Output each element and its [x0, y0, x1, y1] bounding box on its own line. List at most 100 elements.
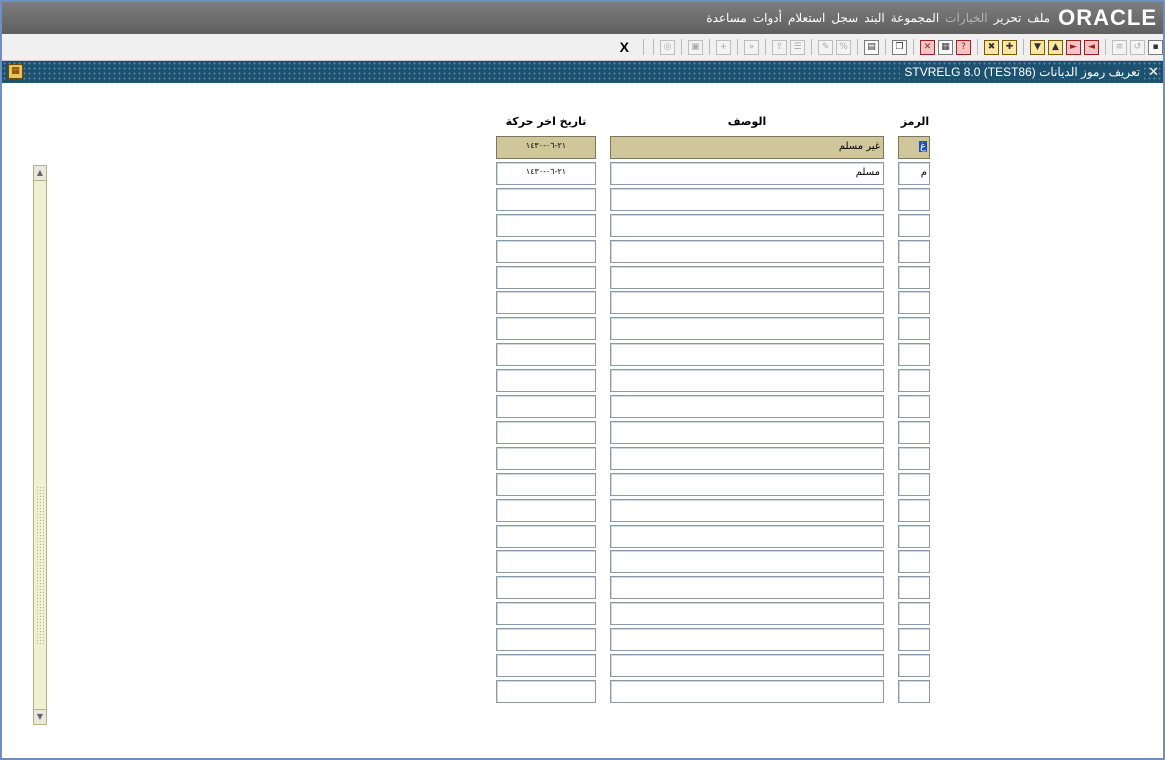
description-field[interactable] — [610, 654, 884, 677]
edit-icon[interactable]: ✎ — [818, 39, 833, 55]
export-icon[interactable]: ⇪ — [772, 39, 787, 55]
code-field[interactable] — [898, 369, 930, 392]
activity-date-field[interactable] — [496, 317, 596, 340]
description-field[interactable] — [610, 525, 884, 548]
activity-date-field[interactable] — [496, 576, 596, 599]
code-field[interactable] — [898, 550, 930, 573]
activity-date-field[interactable] — [496, 291, 596, 314]
code-field[interactable] — [898, 214, 930, 237]
rollback-icon[interactable]: ↺ — [1130, 39, 1145, 55]
navigate-back-icon[interactable]: « — [744, 39, 759, 55]
code-field[interactable]: غ — [898, 136, 930, 159]
activity-date-field[interactable] — [496, 188, 596, 211]
menu-item[interactable]: تحرير — [994, 11, 1022, 25]
menu-item[interactable]: ملف — [1027, 11, 1050, 25]
description-field[interactable] — [610, 291, 884, 314]
enter-query-icon[interactable]: ? — [956, 39, 971, 55]
description-field[interactable] — [610, 628, 884, 651]
activity-date-field[interactable] — [496, 214, 596, 237]
activity-date-field[interactable] — [496, 550, 596, 573]
activity-date-field[interactable] — [496, 473, 596, 496]
code-field[interactable] — [898, 317, 930, 340]
vertical-scrollbar[interactable]: ▲ ▼ — [33, 165, 47, 725]
description-field[interactable] — [610, 395, 884, 418]
description-field[interactable] — [610, 369, 884, 392]
description-field[interactable] — [610, 447, 884, 470]
activity-date-field[interactable] — [496, 395, 596, 418]
activity-date-field[interactable] — [496, 525, 596, 548]
code-field[interactable] — [898, 680, 930, 703]
activity-date-field[interactable]: ٢١-٠٦-١٤٣٠ — [496, 136, 596, 159]
code-field[interactable] — [898, 395, 930, 418]
description-field[interactable] — [610, 214, 884, 237]
code-field[interactable] — [898, 343, 930, 366]
activity-date-field[interactable] — [496, 628, 596, 651]
calendar-icon[interactable]: ▣ — [688, 39, 703, 55]
code-field[interactable] — [898, 654, 930, 677]
previous-block-icon[interactable]: ◄ — [1084, 39, 1099, 55]
description-field[interactable] — [610, 266, 884, 289]
code-field[interactable] — [898, 602, 930, 625]
code-field[interactable]: م — [898, 162, 930, 185]
description-field[interactable]: غير مسلم — [610, 136, 884, 159]
cancel-query-icon[interactable]: ✕ — [920, 39, 935, 55]
description-field[interactable] — [610, 421, 884, 444]
crosshair-icon[interactable]: + — [716, 39, 731, 55]
execute-query-icon[interactable]: ▦ — [938, 39, 953, 55]
next-block-icon[interactable]: ► — [1066, 39, 1081, 55]
activity-date-field[interactable] — [496, 421, 596, 444]
menu-item[interactable]: مساعدة — [706, 11, 747, 25]
description-field[interactable]: مسلم — [610, 162, 884, 185]
activity-date-field[interactable] — [496, 240, 596, 263]
code-field[interactable] — [898, 421, 930, 444]
code-field[interactable] — [898, 291, 930, 314]
copy-icon[interactable]: ❐ — [892, 39, 907, 55]
code-field[interactable] — [898, 525, 930, 548]
description-field[interactable] — [610, 680, 884, 703]
activity-date-field[interactable] — [496, 343, 596, 366]
previous-record-icon[interactable]: ▲ — [1048, 39, 1063, 55]
code-field[interactable] — [898, 266, 930, 289]
activity-date-field[interactable] — [496, 499, 596, 522]
help-icon[interactable]: ◎ — [660, 39, 675, 55]
description-field[interactable] — [610, 188, 884, 211]
menu-item[interactable]: أدوات — [753, 11, 782, 25]
code-field[interactable] — [898, 240, 930, 263]
next-record-icon[interactable]: ▼ — [1030, 39, 1045, 55]
code-field[interactable] — [898, 576, 930, 599]
code-field[interactable] — [898, 447, 930, 470]
description-field[interactable] — [610, 576, 884, 599]
activity-date-field[interactable] — [496, 602, 596, 625]
code-field[interactable] — [898, 499, 930, 522]
menu-item[interactable]: سجل — [831, 11, 858, 25]
menu-item[interactable]: المجموعة — [891, 11, 939, 25]
activity-date-field[interactable] — [496, 680, 596, 703]
scroll-down-icon[interactable]: ▼ — [34, 709, 46, 724]
description-field[interactable] — [610, 317, 884, 340]
activity-date-field[interactable]: ٢١-٠٦-١٤٣٠ — [496, 162, 596, 185]
activity-date-field[interactable] — [496, 369, 596, 392]
save-icon[interactable]: ▪ — [1148, 39, 1163, 55]
activity-date-field[interactable] — [496, 266, 596, 289]
activity-date-field[interactable] — [496, 447, 596, 470]
exit-button[interactable]: X — [620, 39, 629, 55]
description-field[interactable] — [610, 240, 884, 263]
code-field[interactable] — [898, 628, 930, 651]
activity-date-field[interactable] — [496, 654, 596, 677]
print-icon[interactable]: ≡ — [1112, 39, 1127, 55]
code-field[interactable] — [898, 188, 930, 211]
menu-item[interactable]: الخيارات — [945, 11, 987, 25]
menu-item[interactable]: البند — [864, 11, 885, 25]
scroll-up-icon[interactable]: ▲ — [34, 166, 46, 181]
duplicate-icon[interactable]: ▤ — [864, 39, 879, 55]
description-field[interactable] — [610, 499, 884, 522]
close-icon[interactable]: ✕ — [1148, 64, 1159, 80]
insert-record-icon[interactable]: ✚ — [1002, 39, 1017, 55]
description-field[interactable] — [610, 343, 884, 366]
menu-item[interactable]: استعلام — [788, 11, 825, 25]
description-field[interactable] — [610, 473, 884, 496]
description-field[interactable] — [610, 550, 884, 573]
list-values-icon[interactable]: % — [836, 39, 851, 55]
description-field[interactable] — [610, 602, 884, 625]
remove-record-icon[interactable]: ✖ — [984, 39, 999, 55]
